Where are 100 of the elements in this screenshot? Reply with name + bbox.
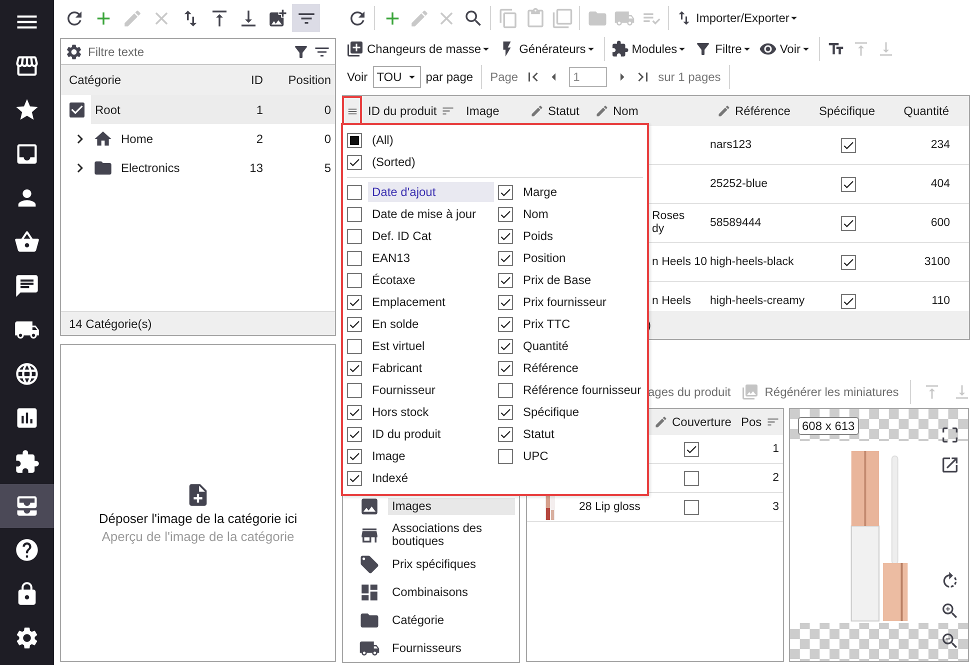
column-header[interactable]: ID bbox=[217, 73, 267, 87]
column-option[interactable]: Statut bbox=[519, 424, 647, 444]
filter-field[interactable]: Filtre texte bbox=[86, 44, 289, 60]
column-option[interactable]: EAN13 bbox=[368, 248, 494, 268]
mass-changers-menu[interactable]: Changeurs de masse bbox=[344, 37, 496, 61]
checkbox[interactable] bbox=[347, 338, 362, 354]
column-header[interactable]: Référence bbox=[707, 104, 809, 118]
column-option[interactable]: Spécifique bbox=[519, 402, 647, 422]
column-header[interactable]: Quantité bbox=[885, 104, 961, 118]
checkbox[interactable] bbox=[840, 216, 856, 230]
checkbox[interactable] bbox=[840, 254, 856, 270]
section-item[interactable]: Images bbox=[343, 492, 515, 520]
column-option[interactable]: (All) bbox=[368, 130, 568, 150]
column-header[interactable]: Pos bbox=[735, 415, 783, 429]
checkbox[interactable] bbox=[347, 316, 362, 332]
column-option[interactable]: Quantité bbox=[519, 336, 647, 356]
checkbox[interactable] bbox=[498, 426, 513, 442]
section-item[interactable]: Fournisseurs bbox=[343, 634, 515, 662]
checkbox[interactable] bbox=[347, 360, 362, 376]
checkbox[interactable] bbox=[347, 404, 362, 420]
checkbox[interactable] bbox=[347, 250, 362, 266]
checkbox[interactable] bbox=[347, 426, 362, 442]
checkbox[interactable] bbox=[347, 382, 362, 398]
checkbox[interactable] bbox=[498, 294, 513, 310]
column-header[interactable]: Position bbox=[267, 73, 335, 87]
column-option[interactable]: Référence bbox=[519, 358, 647, 378]
column-header[interactable]: Image bbox=[466, 104, 520, 118]
tray-icon[interactable] bbox=[0, 484, 54, 528]
checkbox[interactable] bbox=[840, 176, 856, 192]
page-field[interactable]: 1 bbox=[569, 67, 608, 87]
filter-list-icon[interactable] bbox=[292, 4, 320, 32]
checkbox[interactable] bbox=[347, 228, 362, 244]
checkbox[interactable] bbox=[498, 338, 513, 354]
column-option[interactable]: Est virtuel bbox=[368, 336, 494, 356]
checkbox[interactable] bbox=[498, 404, 513, 420]
column-option[interactable]: Emplacement bbox=[368, 292, 494, 312]
checkbox[interactable] bbox=[498, 448, 513, 464]
checkbox[interactable] bbox=[498, 316, 513, 332]
section-item[interactable]: Combinaisons bbox=[343, 578, 515, 606]
modules-menu[interactable]: Modules bbox=[608, 37, 692, 61]
checkbox[interactable] bbox=[498, 206, 513, 222]
column-header[interactable]: Catégorie bbox=[61, 73, 217, 87]
product-reference: 25252-blue bbox=[710, 178, 768, 190]
column-header[interactable]: ID du produit bbox=[362, 104, 466, 118]
checkbox[interactable] bbox=[498, 184, 513, 200]
checkbox[interactable] bbox=[684, 500, 699, 514]
page-size-select[interactable]: TOU bbox=[372, 66, 421, 88]
column-option[interactable]: Prix de Base bbox=[519, 270, 647, 290]
column-option[interactable]: Date d'ajout bbox=[368, 182, 494, 202]
checkbox[interactable] bbox=[347, 206, 362, 222]
checkbox[interactable] bbox=[347, 470, 362, 486]
column-option[interactable]: Def. ID Cat bbox=[368, 226, 494, 246]
category-name[interactable]: Home bbox=[117, 124, 217, 153]
category-name[interactable]: Root bbox=[91, 95, 217, 124]
view-menu[interactable]: Voir bbox=[756, 37, 814, 61]
section-item[interactable]: Prix spécifiques bbox=[343, 550, 515, 578]
section-item[interactable]: Associations des boutiques bbox=[343, 520, 515, 550]
column-option[interactable]: Position bbox=[519, 248, 647, 268]
generators-menu[interactable]: Générateurs bbox=[496, 37, 600, 61]
category-name[interactable]: Electronics bbox=[117, 153, 217, 182]
section-item[interactable]: Catégorie bbox=[343, 606, 515, 634]
column-header[interactable]: Couverture bbox=[648, 415, 735, 429]
column-option[interactable]: Fournisseur bbox=[368, 380, 494, 400]
column-option[interactable]: En solde bbox=[368, 314, 494, 334]
checkbox[interactable] bbox=[498, 360, 513, 376]
checkbox[interactable] bbox=[840, 294, 856, 308]
column-option[interactable]: Poids bbox=[519, 226, 647, 246]
column-option[interactable]: Prix TTC bbox=[519, 314, 647, 334]
column-option[interactable]: Hors stock bbox=[368, 402, 494, 422]
checkbox[interactable] bbox=[684, 442, 699, 456]
column-option[interactable]: (Sorted) bbox=[368, 152, 568, 172]
checkbox[interactable] bbox=[498, 250, 513, 266]
column-option[interactable]: Référence fournisseur bbox=[519, 380, 647, 400]
import-export-menu[interactable]: Importer/Exporter bbox=[673, 6, 804, 30]
column-option[interactable]: Indexé bbox=[368, 468, 494, 488]
column-option[interactable]: Nom bbox=[519, 204, 647, 224]
checkbox[interactable] bbox=[684, 470, 699, 486]
filter-menu[interactable]: Filtre bbox=[692, 37, 756, 61]
column-header[interactable]: Spécifique bbox=[809, 104, 885, 118]
checkbox[interactable] bbox=[347, 448, 362, 464]
checkbox[interactable] bbox=[347, 132, 362, 148]
checkbox[interactable] bbox=[347, 184, 362, 200]
column-option[interactable]: Marge bbox=[519, 182, 647, 202]
settings-icon[interactable] bbox=[65, 42, 83, 60]
column-option[interactable]: ID du produit bbox=[368, 424, 494, 444]
column-option[interactable]: UPC bbox=[519, 446, 647, 466]
checkbox[interactable] bbox=[840, 138, 856, 152]
checkbox[interactable] bbox=[498, 272, 513, 288]
column-header[interactable]: Nom bbox=[585, 104, 707, 118]
checkbox[interactable] bbox=[347, 154, 362, 170]
column-header[interactable]: Statut bbox=[520, 104, 585, 118]
checkbox[interactable] bbox=[347, 272, 362, 288]
column-option[interactable]: Écotaxe bbox=[368, 270, 494, 290]
checkbox[interactable] bbox=[498, 228, 513, 244]
column-option[interactable]: Date de mise à jour bbox=[368, 204, 494, 224]
column-option[interactable]: Fabricant bbox=[368, 358, 494, 378]
checkbox[interactable] bbox=[347, 294, 362, 310]
column-option[interactable]: Image bbox=[368, 446, 494, 466]
column-option[interactable]: Prix fournisseur bbox=[519, 292, 647, 312]
checkbox[interactable] bbox=[498, 382, 513, 398]
